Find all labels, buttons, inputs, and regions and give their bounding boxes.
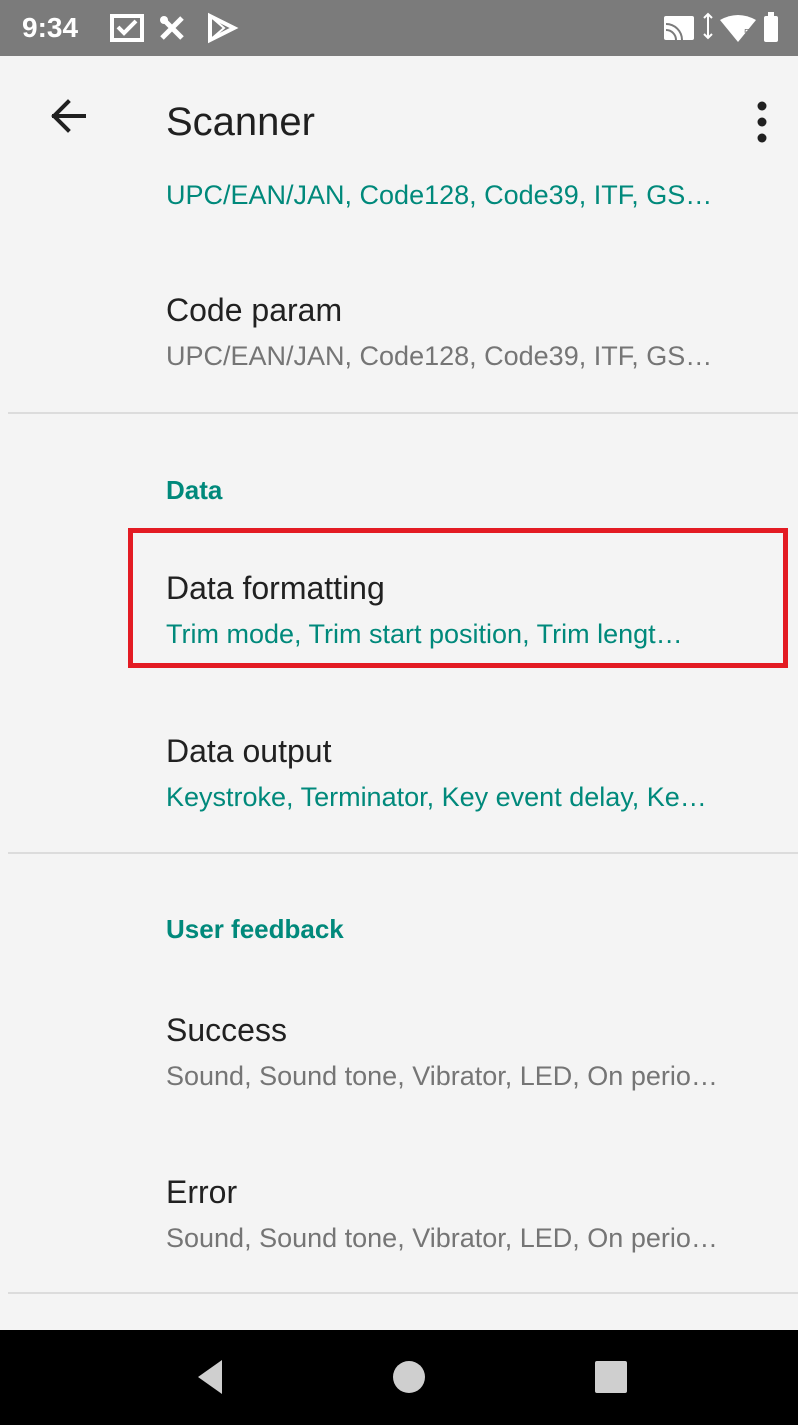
item-summary: Sound, Sound tone, Vibrator, LED, On per… [166, 1061, 718, 1091]
home-circle-icon [393, 1361, 425, 1393]
app-bar: Scanner [0, 56, 798, 180]
data-output-item[interactable]: Data output Keystroke, Terminator, Key e… [166, 733, 776, 813]
error-item[interactable]: Error Sound, Sound tone, Vibrator, LED, … [166, 1174, 776, 1254]
battery-icon [764, 12, 778, 42]
navigation-bar [0, 1330, 798, 1425]
more-options-button[interactable] [740, 94, 784, 150]
svg-text:5: 5 [744, 28, 750, 39]
back-button[interactable] [40, 86, 100, 146]
divider [8, 412, 798, 414]
item-title: Code param [166, 292, 343, 328]
item-title: Success [166, 1012, 287, 1048]
nav-back-button[interactable] [186, 1352, 236, 1402]
item-summary: Sound, Sound tone, Vibrator, LED, On per… [166, 1223, 718, 1253]
status-time: 9:34 [22, 12, 79, 43]
back-triangle-icon [198, 1360, 222, 1394]
wifi-icon: 5 [720, 15, 756, 42]
recents-square-icon [595, 1361, 627, 1393]
section-header-data: Data [166, 475, 223, 505]
item-summary: UPC/EAN/JAN, Code128, Code39, ITF, GS… [166, 341, 713, 371]
item-title: Data output [166, 733, 332, 769]
code-param-item[interactable]: Code param UPC/EAN/JAN, Code128, Code39,… [166, 292, 776, 372]
item-title: Error [166, 1174, 238, 1210]
highlight-box [128, 528, 788, 668]
previous-item-summary: UPC/EAN/JAN, Code128, Code39, ITF, GS… [166, 180, 713, 210]
more-vert-icon [757, 101, 767, 143]
cast-icon [664, 16, 694, 41]
success-item[interactable]: Success Sound, Sound tone, Vibrator, LED… [166, 1012, 776, 1092]
nav-recents-button[interactable] [586, 1352, 636, 1402]
data-arrows-icon [703, 12, 713, 40]
nav-home-button[interactable] [384, 1352, 434, 1402]
tools-icon [160, 16, 184, 40]
divider [8, 852, 798, 854]
checkbox-icon [110, 14, 144, 42]
divider [8, 1292, 798, 1294]
status-icons-left [110, 12, 239, 44]
play-store-icon [208, 12, 239, 44]
section-header-user-feedback: User feedback [166, 914, 344, 944]
status-icons-right: 5 [664, 12, 778, 42]
item-summary: Keystroke, Terminator, Key event delay, … [166, 782, 707, 812]
status-bar: 9:34 5 [0, 0, 798, 56]
arrow-left-icon [51, 99, 86, 133]
page-title: Scanner [166, 100, 315, 144]
